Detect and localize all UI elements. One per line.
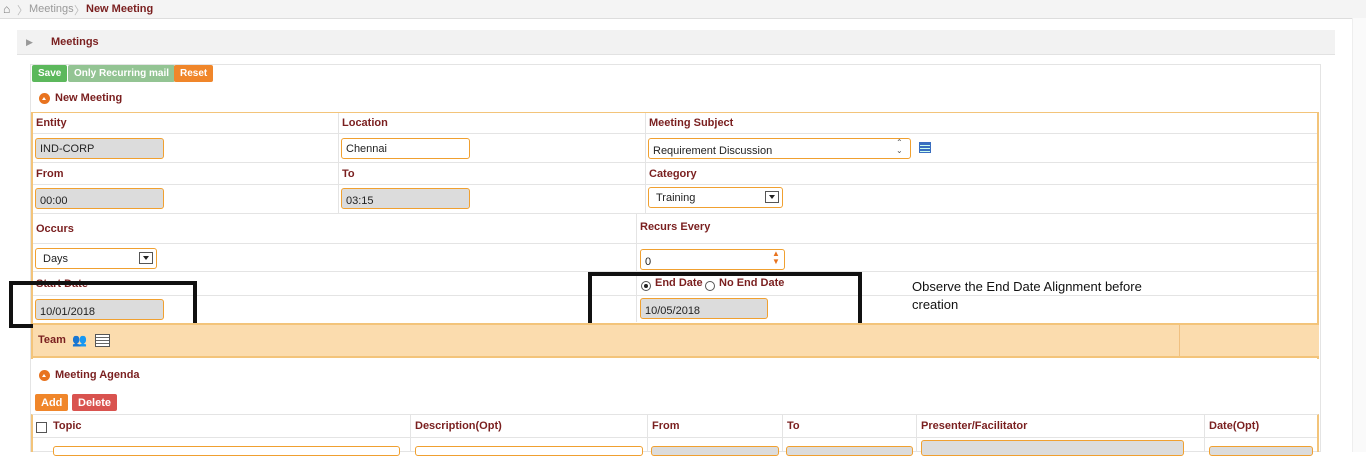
to-label: To — [342, 168, 355, 180]
column-divider — [338, 113, 339, 213]
collapse-section-icon[interactable] — [39, 93, 50, 104]
recurs-spinner-icon[interactable]: ▲ ▼ — [772, 250, 780, 266]
meeting-subject-label: Meeting Subject — [649, 117, 734, 129]
column-divider — [1179, 325, 1180, 356]
breadcrumb-meetings[interactable]: Meetings — [29, 3, 74, 15]
select-all-checkbox[interactable] — [36, 422, 47, 433]
chevron-down-icon[interactable] — [765, 191, 779, 203]
panel-header — [17, 30, 1335, 55]
description-input[interactable] — [415, 446, 643, 456]
location-label: Location — [342, 117, 388, 129]
column-divider — [782, 415, 783, 452]
subject-spinner-icon[interactable]: ⌃ ⌄ — [896, 139, 903, 155]
col-from: From — [652, 420, 680, 432]
agenda-date-input[interactable] — [1209, 446, 1313, 456]
divider — [33, 184, 1317, 185]
section-meeting-agenda-title: Meeting Agenda — [55, 369, 140, 381]
section-new-meeting-title: New Meeting — [55, 92, 123, 104]
recurs-every-label: Recurs Every — [640, 221, 711, 233]
col-topic: Topic — [53, 420, 82, 432]
scrollbar[interactable] — [1352, 18, 1366, 452]
location-field[interactable]: Chennai — [341, 138, 470, 159]
divider — [33, 437, 1317, 438]
occurs-select[interactable]: Days — [35, 248, 157, 269]
category-select[interactable]: Training — [648, 187, 783, 208]
col-date: Date(Opt) — [1209, 420, 1260, 432]
agenda-from-input[interactable] — [651, 446, 779, 456]
column-divider — [645, 113, 646, 213]
divider — [33, 133, 1317, 134]
panel-title: Meetings — [51, 36, 99, 48]
category-label: Category — [649, 168, 697, 180]
breadcrumb-separator: 〉 — [74, 5, 85, 17]
occurs-label: Occurs — [36, 223, 74, 235]
team-row — [33, 323, 1319, 358]
from-time-field[interactable]: 00:00 — [35, 188, 164, 209]
list-icon[interactable] — [95, 334, 110, 347]
users-icon[interactable]: 👥 — [72, 333, 87, 347]
divider — [33, 162, 1317, 163]
entity-label: Entity — [36, 117, 67, 129]
topic-input[interactable] — [53, 446, 400, 456]
col-to: To — [787, 420, 800, 432]
meeting-subject-field[interactable]: Requirement Discussion — [648, 138, 911, 159]
list-icon[interactable] — [919, 142, 931, 153]
category-value: Training — [656, 192, 696, 204]
divider — [31, 112, 1319, 113]
breadcrumb-bar — [0, 0, 1366, 19]
column-divider — [647, 415, 648, 452]
add-button[interactable]: Add — [35, 394, 69, 411]
agenda-to-input[interactable] — [786, 446, 913, 456]
to-time-field[interactable]: 03:15 — [341, 188, 470, 209]
annotation-box-start-date — [9, 281, 197, 328]
breadcrumb-separator: 〉 — [17, 5, 28, 17]
divider — [33, 243, 1317, 244]
delete-button[interactable]: Delete — [72, 394, 118, 411]
team-label: Team — [38, 334, 66, 346]
recurs-every-field[interactable]: 0 — [640, 249, 785, 270]
occurs-value: Days — [43, 253, 69, 265]
divider — [33, 213, 1317, 214]
home-icon[interactable]: ⌂ — [3, 2, 10, 16]
collapse-arrow-icon[interactable]: ▶ — [26, 37, 33, 48]
col-presenter: Presenter/Facilitator — [921, 420, 1028, 432]
entity-field[interactable]: IND-CORP — [35, 138, 164, 159]
from-label: From — [36, 168, 64, 180]
breadcrumb-new-meeting: New Meeting — [86, 3, 154, 15]
column-divider — [1204, 415, 1205, 452]
column-divider — [410, 415, 411, 452]
column-divider — [916, 415, 917, 452]
annotation-note: Observe the End Date Alignment before cr… — [912, 279, 1142, 312]
col-description: Description(Opt) — [415, 420, 502, 432]
presenter-input[interactable] — [921, 440, 1184, 456]
chevron-down-icon[interactable] — [139, 252, 153, 264]
collapse-section-icon[interactable] — [39, 370, 50, 381]
